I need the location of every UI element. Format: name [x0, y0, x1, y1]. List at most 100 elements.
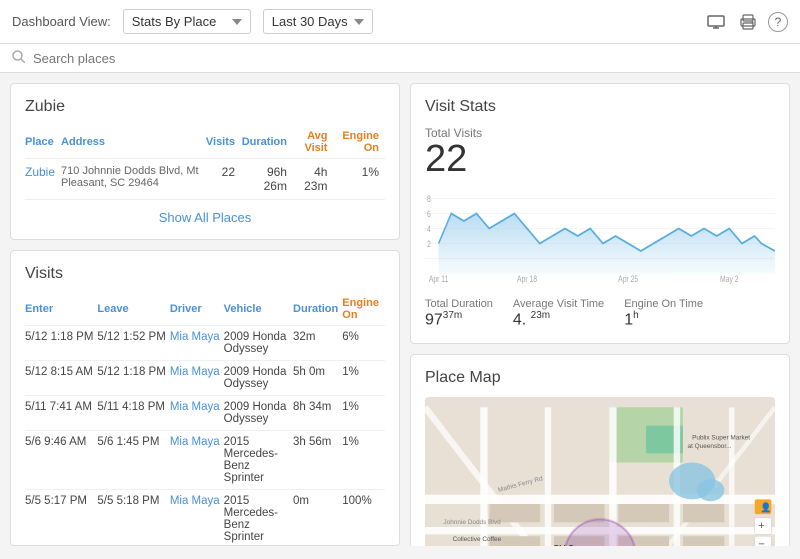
col-duration: Duration: [241, 126, 293, 159]
view-select[interactable]: Stats By Place Stats By Driver Stats By …: [123, 9, 251, 34]
engine-on-cell: 100%: [342, 490, 385, 547]
engine-on-cell: 1%: [342, 396, 385, 431]
table-row: 5/11 7:41 AM 5/11 4:18 PM Mia Maya 2009 …: [25, 396, 385, 431]
visit-stats-title: Visit Stats: [425, 98, 775, 116]
enter-cell: 5/11 7:41 AM: [25, 396, 97, 431]
monitor-icon[interactable]: [704, 10, 728, 34]
svg-text:BI-LO: BI-LO: [554, 543, 574, 546]
svg-text:4: 4: [427, 224, 431, 234]
driver-cell: Mia Maya: [170, 490, 224, 547]
enter-cell: 5/6 9:46 AM: [25, 431, 97, 490]
show-all-places-link[interactable]: Show All Places: [25, 210, 385, 225]
visits-panel: Visits Enter Leave Driver Vehicle Durati…: [10, 250, 400, 546]
table-row: 5/12 1:18 PM 5/12 1:52 PM Mia Maya 2009 …: [25, 326, 385, 361]
table-row: 5/12 8:15 AM 5/12 1:18 PM Mia Maya 2009 …: [25, 361, 385, 396]
search-input[interactable]: [33, 51, 233, 66]
header-icons: ?: [704, 10, 788, 34]
visits-title: Visits: [25, 265, 385, 283]
map-container[interactable]: Mathis Ferry Rd Johnnie Dodds Blvd Isle …: [425, 397, 775, 546]
visit-duration-cell: 5h 0m: [293, 361, 342, 396]
engine-on-cell: 1%: [342, 431, 385, 490]
engine-on-value: 1h: [624, 310, 703, 329]
col-vehicle: Vehicle: [224, 293, 293, 326]
avg-visit-cell: 4h 23m: [293, 159, 334, 200]
svg-text:May 2: May 2: [720, 274, 739, 284]
stats-row: Total Duration 9737m Average Visit Time …: [425, 298, 775, 329]
dashboard-view-label: Dashboard View:: [12, 14, 111, 29]
visits-cell: 22: [206, 159, 241, 200]
engine-on-cell: 1%: [342, 361, 385, 396]
svg-text:−: −: [758, 539, 764, 546]
total-duration-value: 9737m: [425, 310, 493, 329]
leave-cell: 5/6 1:45 PM: [97, 431, 169, 490]
svg-text:+: +: [758, 520, 764, 532]
col-driver: Driver: [170, 293, 224, 326]
col-leave: Leave: [97, 293, 169, 326]
search-bar: [0, 44, 800, 73]
col-visits: Visits: [206, 126, 241, 159]
svg-text:at Queensbor...: at Queensbor...: [688, 443, 732, 450]
vehicle-cell: 2015 Mercedes-Benz Sprinter: [224, 431, 293, 490]
zubie-table: Place Address Visits Duration Avg Visit …: [25, 126, 385, 200]
visit-stats-panel: Visit Stats Total Visits 22: [410, 83, 790, 344]
vehicle-cell: 2015 Mercedes-Benz Sprinter: [224, 490, 293, 547]
left-column: Zubie Place Address Visits Duration Avg …: [10, 83, 400, 546]
engine-on-cell: 1%: [333, 159, 385, 200]
leave-cell: 5/12 1:18 PM: [97, 361, 169, 396]
leave-cell: 5/11 4:18 PM: [97, 396, 169, 431]
total-visits-label: Total Visits: [425, 126, 775, 140]
col-visit-duration: Duration: [293, 293, 342, 326]
engine-on-cell: 6%: [342, 326, 385, 361]
table-row: 5/5 5:17 PM 5/5 5:18 PM Mia Maya 2015 Me…: [25, 490, 385, 547]
svg-text:Johnnie Dodds Blvd: Johnnie Dodds Blvd: [443, 520, 501, 527]
col-avg-visit: Avg Visit: [293, 126, 334, 159]
header: Dashboard View: Stats By Place Stats By …: [0, 0, 800, 44]
place-cell: Zubie: [25, 159, 61, 200]
main-content: Zubie Place Address Visits Duration Avg …: [0, 73, 800, 556]
svg-text:2: 2: [427, 239, 431, 249]
col-place: Place: [25, 126, 61, 159]
vehicle-cell: 2009 Honda Odyssey: [224, 361, 293, 396]
duration-cell: 96h 26m: [241, 159, 293, 200]
svg-text:6: 6: [427, 209, 431, 219]
visits-scroll[interactable]: Enter Leave Driver Vehicle Duration Engi…: [25, 293, 385, 546]
total-duration-stat: Total Duration 9737m: [425, 298, 493, 329]
place-map-panel: Place Map: [410, 354, 790, 546]
total-duration-label: Total Duration: [425, 298, 493, 310]
table-row: 5/6 9:46 AM 5/6 1:45 PM Mia Maya 2015 Me…: [25, 431, 385, 490]
engine-on-stat: Engine On Time 1h: [624, 298, 703, 329]
enter-cell: 5/12 1:18 PM: [25, 326, 97, 361]
visit-duration-cell: 3h 56m: [293, 431, 342, 490]
driver-cell: Mia Maya: [170, 361, 224, 396]
driver-cell: Mia Maya: [170, 396, 224, 431]
vehicle-cell: 2009 Honda Odyssey: [224, 326, 293, 361]
leave-cell: 5/5 5:18 PM: [97, 490, 169, 547]
svg-text:Collective Coffee: Collective Coffee: [453, 536, 502, 543]
search-icon: [12, 50, 25, 66]
driver-cell: Mia Maya: [170, 431, 224, 490]
col-address: Address: [61, 126, 206, 159]
avg-visit-stat: Average Visit Time 4. 23m: [513, 298, 604, 329]
total-visits-value: 22: [425, 140, 775, 178]
svg-text:Publix Super Market: Publix Super Market: [692, 435, 750, 442]
time-select[interactable]: Last 7 Days Last 30 Days Last 90 Days Cu…: [263, 9, 373, 34]
avg-visit-value: 4. 23m: [513, 310, 604, 329]
svg-text:8: 8: [427, 194, 431, 204]
leave-cell: 5/12 1:52 PM: [97, 326, 169, 361]
avg-visit-label: Average Visit Time: [513, 298, 604, 310]
driver-cell: Mia Maya: [170, 326, 224, 361]
enter-cell: 5/12 8:15 AM: [25, 361, 97, 396]
visits-table: Enter Leave Driver Vehicle Duration Engi…: [25, 293, 385, 546]
place-map-title: Place Map: [425, 369, 775, 387]
print-icon[interactable]: [736, 10, 760, 34]
visits-chart: 8 6 4 2 Apr 11 Apr 18 Apr 25 May 2: [425, 186, 775, 286]
svg-text:👤: 👤: [760, 502, 771, 514]
help-icon[interactable]: ?: [768, 12, 788, 32]
address-cell: 710 Johnnie Dodds Blvd, Mt Pleasant, SC …: [61, 159, 206, 200]
col-engine-on-visits: Engine On: [342, 293, 385, 326]
table-row: Zubie 710 Johnnie Dodds Blvd, Mt Pleasan…: [25, 159, 385, 200]
vehicle-cell: 2009 Honda Odyssey: [224, 396, 293, 431]
visit-duration-cell: 8h 34m: [293, 396, 342, 431]
col-enter: Enter: [25, 293, 97, 326]
svg-text:Apr 18: Apr 18: [517, 274, 538, 284]
